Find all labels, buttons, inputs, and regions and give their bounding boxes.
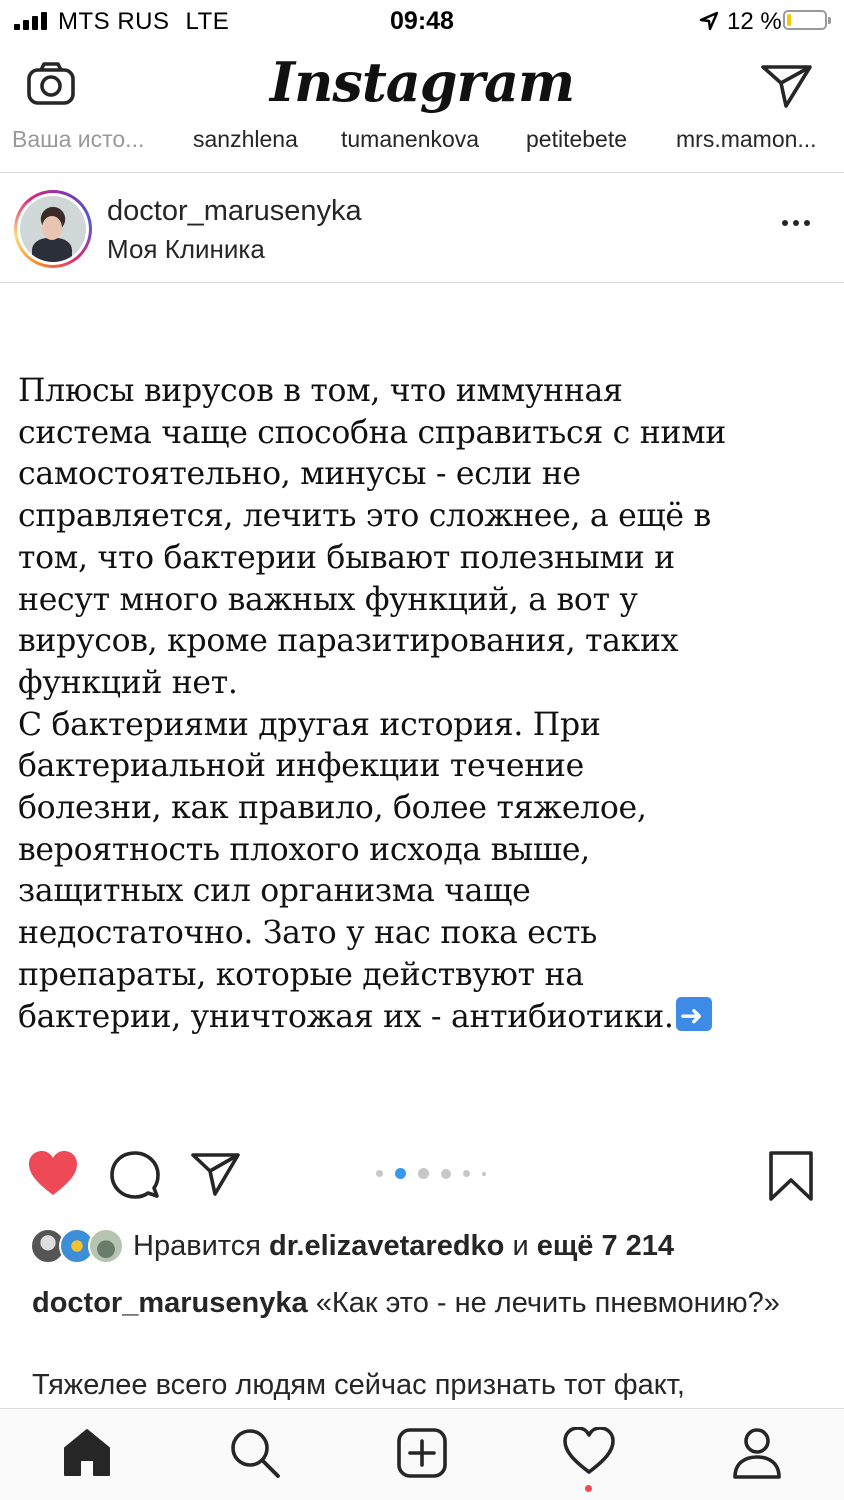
post-header: doctor_marusenyka Моя Клиника xyxy=(0,172,844,282)
right-arrow-emoji-icon xyxy=(675,995,712,1036)
liker-username[interactable]: dr.elizavetaredko xyxy=(269,1230,504,1262)
caption-continuation[interactable]: Тяжелее всего людям сейчас признать тот … xyxy=(32,1366,832,1405)
battery-fill xyxy=(787,14,791,26)
notification-dot xyxy=(585,1485,592,1492)
likes-summary[interactable]: Нравится dr.elizavetaredko и ещё 7 214 xyxy=(133,1230,674,1263)
post-username[interactable]: doctor_marusenyka xyxy=(107,195,362,228)
like-heart-icon[interactable] xyxy=(27,1150,79,1198)
story-item[interactable]: mrs.mamon... xyxy=(676,126,817,153)
home-icon[interactable] xyxy=(62,1427,112,1477)
more-options-icon[interactable] xyxy=(782,220,810,226)
post-location[interactable]: Моя Клиника xyxy=(107,234,265,265)
carousel-indicator xyxy=(376,1168,486,1179)
carousel-dot xyxy=(441,1168,451,1179)
new-post-icon[interactable] xyxy=(396,1427,448,1479)
liker-avatars[interactable] xyxy=(30,1228,124,1264)
search-icon[interactable] xyxy=(229,1427,281,1479)
profile-icon[interactable] xyxy=(732,1427,782,1479)
caption-username[interactable]: doctor_marusenyka xyxy=(32,1287,308,1319)
story-item[interactable]: tumanenkova xyxy=(341,126,479,153)
share-icon[interactable] xyxy=(190,1150,242,1198)
bottom-tab-bar xyxy=(0,1408,844,1500)
author-avatar[interactable] xyxy=(14,190,92,268)
story-own[interactable]: Ваша исто... xyxy=(12,126,144,153)
activity-icon[interactable] xyxy=(563,1427,615,1475)
likes-row: Нравится dr.elizavetaredko и ещё 7 214 xyxy=(0,1222,844,1272)
caption-text: «Как это - не лечить пневмонию?» xyxy=(315,1287,780,1319)
battery-percent: 12 % xyxy=(727,8,782,35)
status-bar: MTS RUS LTE 09:48 12 % xyxy=(0,0,844,44)
carousel-dot xyxy=(482,1171,486,1176)
direct-message-icon[interactable] xyxy=(760,62,814,110)
post-actions xyxy=(0,1140,844,1220)
location-arrow-icon xyxy=(699,11,719,31)
story-item[interactable]: petitebete xyxy=(526,126,627,153)
carousel-dot xyxy=(463,1170,470,1177)
stories-tray[interactable]: Ваша исто... sanzhlena tumanenkova petit… xyxy=(0,126,844,166)
story-item[interactable]: sanzhlena xyxy=(193,126,298,153)
post-image-text: Плюсы вирусов в том, что иммунная систем… xyxy=(18,371,838,1038)
post-caption: doctor_marusenyka «Как это - не лечить п… xyxy=(32,1284,822,1323)
liker-avatar[interactable] xyxy=(88,1228,124,1264)
save-bookmark-icon[interactable] xyxy=(768,1150,814,1202)
likes-count[interactable]: ещё 7 214 xyxy=(537,1230,674,1262)
app-header: Instagram xyxy=(0,44,844,130)
carousel-dot xyxy=(418,1168,429,1179)
comment-icon[interactable] xyxy=(110,1150,160,1200)
carousel-dot-active xyxy=(395,1168,406,1179)
instagram-logo[interactable]: Instagram xyxy=(0,50,844,114)
battery-icon xyxy=(783,10,831,30)
carousel-dot xyxy=(376,1170,383,1177)
post-image[interactable]: Плюсы вирусов в том, что иммунная систем… xyxy=(0,283,844,1138)
